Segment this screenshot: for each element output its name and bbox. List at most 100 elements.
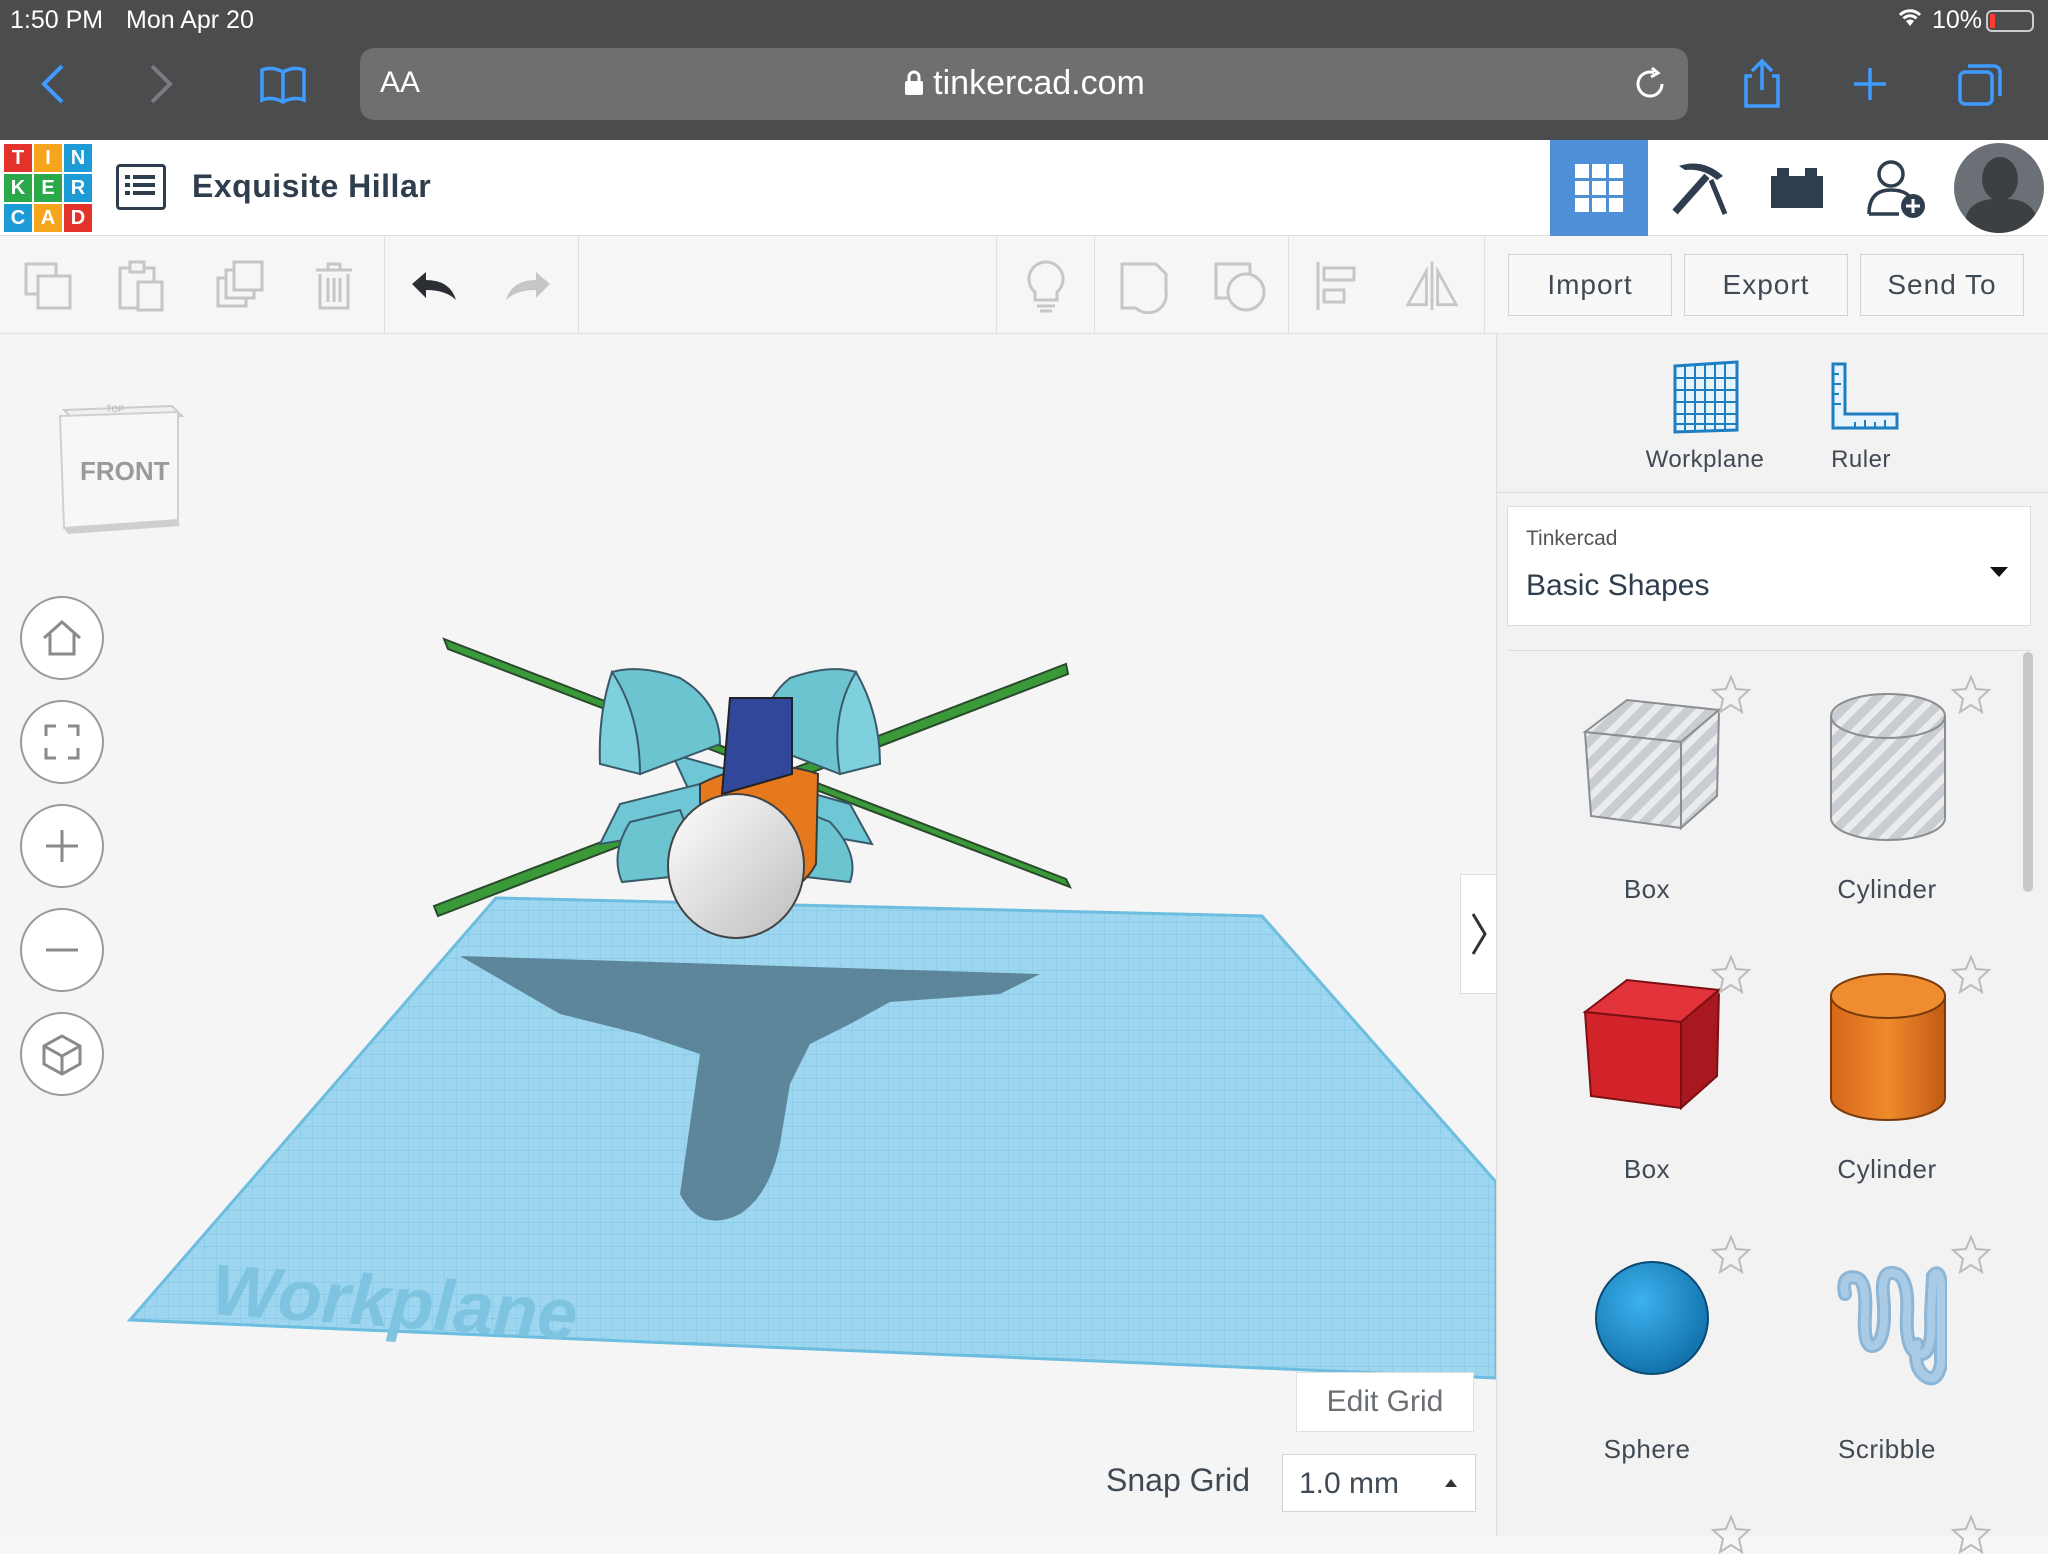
zoom-out-button[interactable] [20,908,104,992]
plus-icon [46,830,78,862]
delete-trash-icon[interactable] [306,258,362,314]
snap-grid-value: 1.0 mm [1299,1467,1400,1500]
ungroup-icon[interactable] [1212,258,1268,314]
favorite-star-icon[interactable] [1711,1234,1751,1274]
design-title[interactable]: Exquisite Hillar [192,168,431,205]
status-date: Mon Apr 20 [126,6,254,34]
copy-icon[interactable] [20,258,76,314]
fit-view-button[interactable] [20,700,104,784]
favorite-star-icon[interactable] [1951,1514,1991,1554]
scribble-icon [1837,1266,1947,1386]
add-user-icon[interactable] [1848,140,1946,236]
3d-viewport[interactable]: Workplane FRONT TOP Edit Grid Snap Grid … [0,334,1496,1536]
bookmarks-icon[interactable] [258,64,308,111]
mirror-icon[interactable] [1404,258,1460,314]
favorite-star-icon[interactable] [1951,1234,1991,1274]
favorite-star-icon[interactable] [1711,1514,1751,1554]
url-text: tinkercad.com [933,64,1145,102]
snap-grid-label: Snap Grid [1106,1462,1251,1498]
user-avatar[interactable] [1950,140,2048,236]
send-to-button[interactable]: Send To [1860,254,2024,316]
align-icon[interactable] [1310,258,1366,314]
chevron-right-icon [1471,913,1487,955]
caret-up-icon [1445,1479,1457,1487]
ruler-label: Ruler [1831,446,1891,473]
favorite-star-icon[interactable] [1951,674,1991,714]
bricks-icon[interactable] [1748,140,1846,236]
library-name: Basic Shapes [1526,569,1710,602]
logo-letter: A [34,204,62,232]
library-provider: Tinkercad [1526,527,1618,550]
design-list-icon[interactable] [116,164,166,210]
shape-library-select[interactable]: Tinkercad Basic Shapes [1507,506,2031,626]
app-header: TIN KER CAD Exquisite Hillar [0,140,2048,236]
export-button[interactable]: Export [1684,254,1848,316]
shape-label: Box [1623,874,1671,904]
workplane-icon [1673,360,1739,434]
cube-icon [42,1034,82,1076]
battery-percent: 10% [1932,6,1983,34]
favorite-star-icon[interactable] [1711,674,1751,714]
ruler-tool[interactable]: Ruler [1761,360,1961,480]
home-view-button[interactable] [20,596,104,680]
tabs-icon[interactable] [1956,60,2004,115]
new-tab-plus-icon[interactable] [1850,64,1890,111]
minus-icon [46,948,78,952]
logo-letter: C [4,204,32,232]
tinkercad-logo[interactable]: TIN KER CAD [4,144,92,232]
edit-toolbar: Import Export Send To [0,236,2048,334]
share-icon[interactable] [1740,58,1784,117]
fit-view-icon [44,724,80,760]
3d-design-icon[interactable] [1550,140,1648,236]
logo-letter: I [34,144,62,172]
notes-lightbulb-icon[interactable] [1018,258,1074,314]
shape-label: Cylinder [1837,874,1937,904]
logo-letter: R [64,174,92,202]
logo-letter: E [34,174,62,202]
ruler-icon [1831,362,1899,430]
view-cube[interactable]: FRONT TOP [54,396,186,536]
url-display: tinkercad.com [360,64,1688,103]
undo-icon[interactable] [406,258,462,314]
battery-icon [1986,10,2034,32]
shape-label: Cylinder [1837,1154,1937,1184]
status-time: 1:50 PM [10,6,104,34]
view-cube-front-label: FRONT [80,456,170,486]
perspective-button[interactable] [20,1012,104,1096]
paste-icon[interactable] [114,258,170,314]
favorite-star-icon[interactable] [1951,954,1991,994]
zoom-in-button[interactable] [20,804,104,888]
group-icon[interactable] [1116,258,1172,314]
workplane-scene[interactable]: Workplane [0,334,1496,1536]
forward-icon[interactable] [146,62,176,113]
reload-icon[interactable] [1632,66,1668,107]
logo-letter: T [4,144,32,172]
cylinder-icon [1830,973,1946,1121]
shapes-panel: Workplane Ruler Tinkercad Basic Shapes B… [1496,334,2048,1554]
logo-letter: N [64,144,92,172]
collapse-panel-button[interactable] [1460,874,1496,994]
home-icon [43,619,81,656]
back-icon[interactable] [38,62,68,113]
snap-grid-select[interactable]: 1.0 mm [1282,1454,1476,1512]
logo-letter: D [64,204,92,232]
cylinder-hole-icon [1830,693,1946,841]
import-button[interactable]: Import [1508,254,1672,316]
favorite-star-icon[interactable] [1711,954,1751,994]
box-icon [1582,978,1722,1111]
shape-label: Sphere [1603,1434,1691,1464]
redo-icon[interactable] [500,258,556,314]
view-cube-top-label: TOP [106,404,125,414]
browser-chrome: 1:50 PM Mon Apr 20 10% AA tinkercad.com [0,0,2048,140]
shape-label: Box [1623,1154,1671,1184]
logo-letter: K [4,174,32,202]
panel-scrollbar[interactable] [2023,652,2033,892]
wifi-icon [1896,6,1924,35]
codeblocks-pickaxe-icon[interactable] [1650,140,1748,236]
duplicate-icon[interactable] [212,258,268,314]
address-bar[interactable]: AA tinkercad.com [360,48,1688,120]
edit-grid-button[interactable]: Edit Grid [1296,1372,1474,1432]
lock-icon [905,70,924,95]
shape-label: Scribble [1838,1434,1936,1464]
sphere-icon [1595,1261,1709,1375]
